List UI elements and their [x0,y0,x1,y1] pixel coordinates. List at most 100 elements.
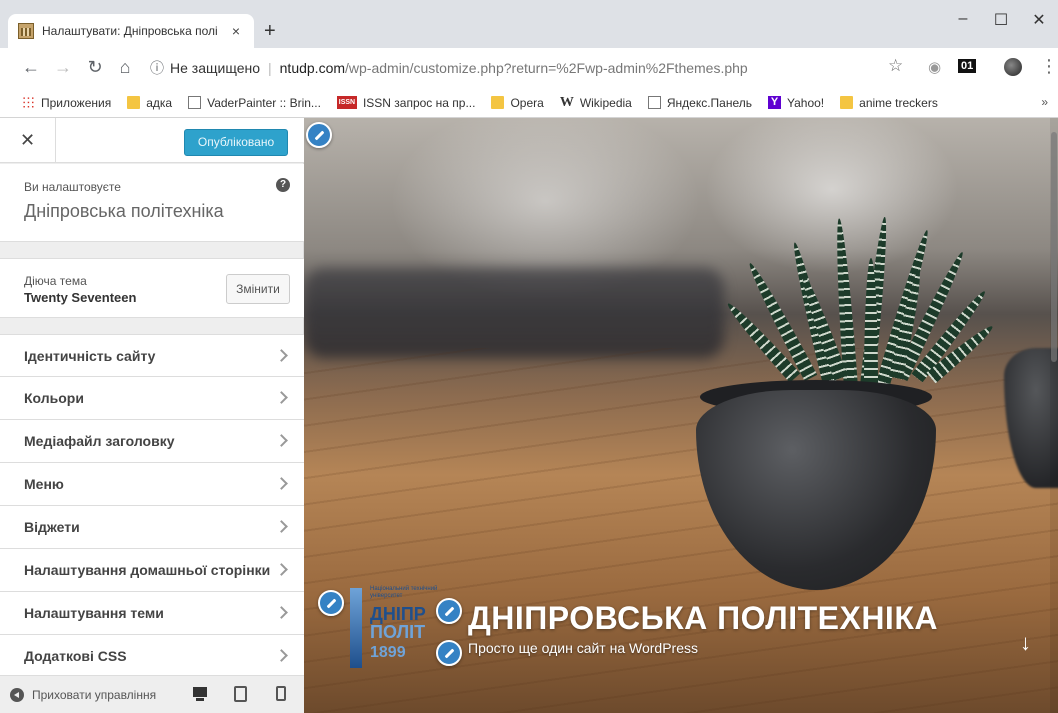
profile-avatar-icon[interactable] [1004,58,1022,76]
bookmark-opera[interactable]: Opera [491,95,544,110]
customizer-sections: Ідентичність сайту Кольори Медіафайл заг… [0,334,304,678]
chevron-right-icon [275,520,288,533]
security-label: Не защищено [170,60,260,76]
folder-icon [840,96,854,109]
info-icon[interactable]: ⓘ [150,58,164,78]
scroll-down-arrow-icon[interactable]: ↓ [1020,630,1031,656]
back-arrow-icon[interactable]: ← [20,57,42,78]
theme-caption: Діюча тема [24,274,87,288]
browser-tab[interactable]: Налаштувати: Дніпровська полі × [8,14,254,48]
tab-close-icon[interactable]: × [228,23,244,39]
bookmark-issn[interactable]: ISSN ISSN запрос на пр... [336,95,476,110]
chevron-right-icon [275,606,288,619]
site-tagline: Просто ще один сайт на WordPress [468,640,698,656]
background-sofa [304,268,724,358]
edit-header-media-icon[interactable] [306,122,332,148]
section-homepage-settings[interactable]: Налаштування домашньої сторінки [0,549,304,592]
section-colors[interactable]: Кольори [0,377,304,420]
site-preview: Національний технічний університет ДНІПР… [304,118,1058,713]
folder-icon [491,96,505,109]
site-title[interactable]: ДНІПРОВСЬКА ПОЛІТЕХНІКА [468,600,938,637]
active-theme-panel: Діюча тема Twenty Seventeen Змінити [0,258,304,318]
url-host: ntudp.com [279,60,346,76]
section-label: Медіафайл заголовку [24,433,175,449]
site-logo[interactable]: Національний технічний університет ДНІПР… [350,582,440,672]
logo-year: 1899 [370,644,406,661]
apps-icon [22,96,35,109]
section-header-media[interactable]: Медіафайл заголовку [0,420,304,463]
address-bar-row: ← → ↻ ⌂ ⓘ Не защищено | ntudp.com /wp-ad… [0,48,1058,88]
preview-scrollbar[interactable] [1050,118,1058,713]
forward-arrow-icon[interactable]: → [52,57,74,78]
bookmark-apps[interactable]: Приложения [22,96,111,110]
bookmark-label: Yahoo! [787,95,825,110]
bookmark-label: ISSN запрос на пр... [362,95,476,110]
hide-controls-button[interactable]: Приховати управління [32,688,174,702]
bookmark-label: Opera [510,95,544,110]
bookmark-adka[interactable]: адка [127,96,172,110]
bookmark-label: Яндекс.Панель [666,95,752,110]
bookmark-yandex[interactable]: Яндекс.Панель [647,95,752,110]
maximize-button[interactable]: ☐ [986,10,1016,30]
globe-extension-icon[interactable]: ◉ [928,58,941,76]
url-input[interactable]: ⓘ Не защищено | ntudp.com /wp-admin/cust… [150,54,920,82]
page-icon [647,96,661,109]
new-tab-button[interactable]: + [264,20,276,43]
bookmark-yahoo[interactable]: Y Yahoo! [768,96,824,110]
bookmark-label: VaderPainter :: Brin... [207,95,321,110]
close-window-button[interactable]: ✕ [1024,10,1054,30]
bookmark-anime-treckers[interactable]: anime treckers [840,96,938,110]
section-additional-css[interactable]: Додаткові CSS [0,635,304,678]
tablet-preview-icon[interactable] [234,686,247,702]
section-menus[interactable]: Меню [0,463,304,506]
chevron-right-icon [275,349,288,362]
help-icon[interactable]: ? [276,178,290,192]
section-label: Налаштування теми [24,605,164,621]
bookmark-wikipedia[interactable]: W Wikipedia [560,95,632,111]
scrollbar-thumb[interactable] [1051,132,1057,362]
extension-01-icon[interactable]: 01 [958,59,977,73]
folder-icon [127,96,141,109]
bookmarks-more-icon[interactable]: » [1041,95,1048,109]
chevron-right-icon [275,434,288,447]
url-path: /wp-admin/customize.php?return=%2Fwp-adm… [345,60,748,76]
bookmark-label: адка [146,95,173,110]
section-label: Ідентичність сайту [24,348,156,364]
bookmarks-bar: Приложения адка VaderPainter :: Brin... … [0,88,1058,118]
chrome-menu-icon[interactable]: ⋮ [1040,56,1058,77]
mobile-preview-icon[interactable] [276,686,286,701]
collapse-arrow-icon[interactable] [10,688,24,702]
section-label: Віджети [24,519,80,535]
bookmark-vaderpainter[interactable]: VaderPainter :: Brin... [188,96,321,110]
star-bookmark-icon[interactable]: ☆ [888,56,903,76]
publish-button[interactable]: Опубліковано [184,129,288,156]
customizer-info: Ви налаштовуєте Дніпровська політехніка … [0,164,304,242]
bookmark-label: Wikipedia [579,95,632,110]
section-site-identity[interactable]: Ідентичність сайту [0,334,304,377]
browser-tab-strip: Налаштувати: Дніпровська полі × + – ☐ ✕ [0,0,1058,48]
edit-logo-icon[interactable] [318,590,344,616]
section-label: Додаткові CSS [24,648,127,664]
section-label: Кольори [24,390,84,406]
chevron-right-icon [275,649,288,662]
home-icon[interactable]: ⌂ [114,57,136,78]
tab-title: Налаштувати: Дніпровська полі [42,24,218,38]
logo-caption: Національний технічний університет [370,586,438,599]
museum-favicon-icon [18,23,34,39]
section-theme-options[interactable]: Налаштування теми [0,592,304,635]
theme-name: Twenty Seventeen [24,290,137,305]
desktop-preview-icon[interactable] [192,686,208,702]
close-customizer-icon[interactable]: ✕ [0,118,56,163]
section-label: Налаштування домашньої сторінки [24,562,271,578]
logo-line-2: ПОЛІТ [370,622,426,642]
customizer-sidebar: ✕ Опубліковано Ви налаштовуєте Дніпровсь… [0,118,304,713]
reload-icon[interactable]: ↻ [84,57,106,78]
info-caption: Ви налаштовуєте [24,180,121,194]
customizer-footer: Приховати управління [0,675,304,713]
minimize-button[interactable]: – [948,10,978,28]
yahoo-icon: Y [768,96,781,109]
wikipedia-icon: W [559,94,574,110]
logo-bar [350,588,362,668]
change-theme-button[interactable]: Змінити [226,274,290,304]
section-widgets[interactable]: Віджети [0,506,304,549]
